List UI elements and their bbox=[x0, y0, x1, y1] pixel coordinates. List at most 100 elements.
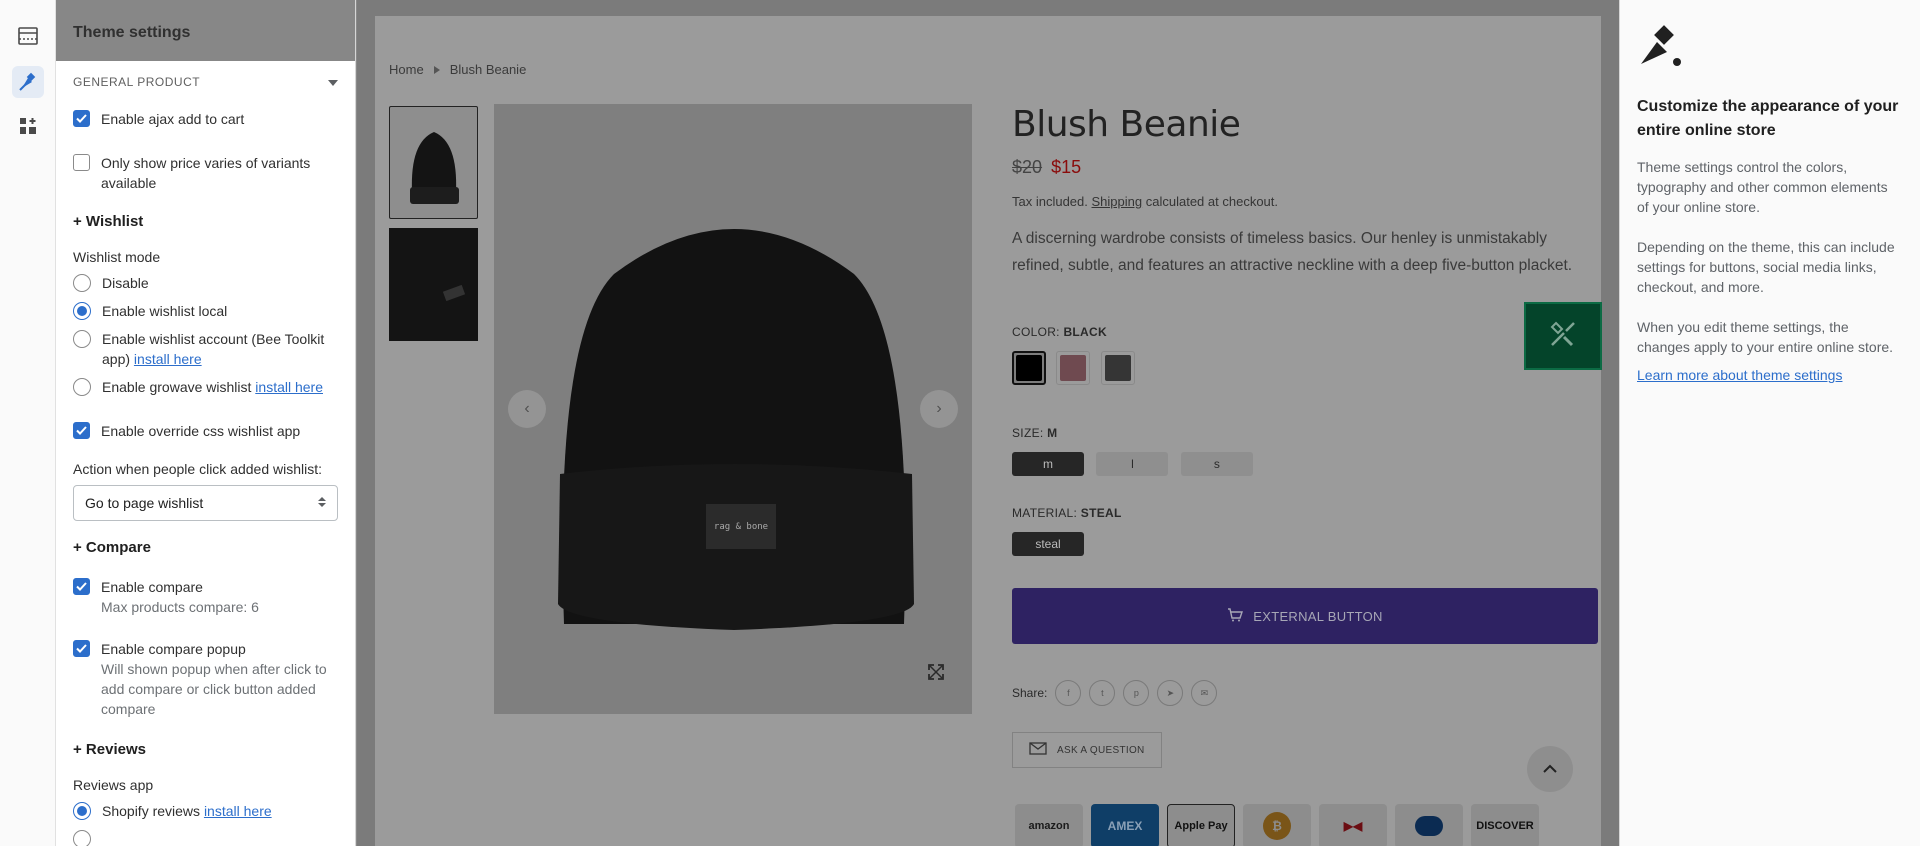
size-value: M bbox=[1047, 426, 1058, 440]
color-option-label: COLOR: BLACK bbox=[1012, 325, 1598, 339]
material-label: MATERIAL: bbox=[1012, 506, 1078, 520]
enable-compare-checkbox[interactable] bbox=[73, 578, 90, 595]
facebook-icon[interactable]: f bbox=[1055, 680, 1082, 706]
help-heading: Customize the appearance of your entire … bbox=[1637, 98, 1899, 139]
compare-popup-label: Enable compare popup bbox=[101, 641, 246, 657]
reviews-option-shopify[interactable]: Shopify reviews install here bbox=[73, 801, 338, 821]
wishlist-option-local[interactable]: Enable wishlist local bbox=[73, 301, 338, 321]
product-description: A discerning wardrobe consists of timele… bbox=[1012, 230, 1573, 274]
learn-more-link[interactable]: Learn more about theme settings bbox=[1637, 367, 1903, 383]
size-option-m[interactable]: m bbox=[1012, 452, 1084, 476]
zoom-button[interactable] bbox=[918, 656, 954, 692]
dankort-icon: ▶◀ bbox=[1319, 804, 1387, 846]
sections-icon[interactable] bbox=[12, 20, 44, 52]
install-link[interactable]: install here bbox=[134, 351, 202, 367]
size-option-s[interactable]: s bbox=[1180, 452, 1253, 476]
tools-icon bbox=[1548, 319, 1578, 354]
price-varies-option[interactable]: Only show price varies of variants avail… bbox=[73, 153, 338, 193]
reviews-app-label: Reviews app bbox=[73, 777, 154, 793]
wishlist-option-label: Enable wishlist local bbox=[102, 303, 228, 319]
reviews-radio-shopify[interactable] bbox=[73, 802, 91, 820]
breadcrumb-home[interactable]: Home bbox=[389, 62, 424, 77]
compare-popup-help: Will shown popup when after click to add… bbox=[101, 661, 327, 717]
reviews-heading: + Reviews bbox=[73, 741, 146, 758]
material-option-steal[interactable]: steal bbox=[1012, 532, 1084, 556]
color-swatch-black[interactable] bbox=[1012, 351, 1046, 385]
wishlist-radio-account[interactable] bbox=[73, 330, 91, 348]
wishlist-heading: + Wishlist bbox=[73, 213, 144, 230]
product-thumbnail-2[interactable] bbox=[389, 228, 478, 341]
next-image-button[interactable]: › bbox=[920, 390, 958, 428]
ajax-checkbox[interactable] bbox=[73, 110, 90, 127]
compare-popup-option[interactable]: Enable compare popup bbox=[73, 639, 338, 659]
color-swatch-grey[interactable] bbox=[1100, 351, 1135, 385]
price-varies-checkbox[interactable] bbox=[73, 154, 90, 171]
ask-question-button[interactable]: ASK A QUESTION bbox=[1012, 732, 1162, 768]
wishlist-radio-disable[interactable] bbox=[73, 274, 91, 292]
product-thumbnail-1[interactable] bbox=[389, 106, 478, 219]
max-compare-help: Max products compare: 6 bbox=[101, 599, 259, 615]
material-options: steal bbox=[1012, 532, 1598, 556]
reviews-radio-next[interactable] bbox=[73, 830, 91, 846]
compare-popup-checkbox[interactable] bbox=[73, 640, 90, 657]
section-header-general-product[interactable]: GENERAL PRODUCT bbox=[73, 61, 338, 103]
twitter-icon[interactable]: t bbox=[1089, 680, 1116, 706]
action-select[interactable]: Go to page wishlist bbox=[73, 485, 338, 521]
diners-icon bbox=[1395, 804, 1463, 846]
wishlist-option-disable[interactable]: Disable bbox=[73, 273, 338, 293]
override-css-label: Enable override css wishlist app bbox=[101, 423, 301, 439]
telegram-icon[interactable]: ➤ bbox=[1157, 680, 1184, 706]
external-button[interactable]: EXTERNAL BUTTON bbox=[1012, 588, 1598, 644]
help-paragraph-3: When you edit theme settings, the change… bbox=[1637, 319, 1894, 355]
size-options: m l s bbox=[1012, 452, 1598, 476]
install-link[interactable]: install here bbox=[255, 379, 323, 395]
install-link[interactable]: install here bbox=[204, 803, 272, 819]
color-label: COLOR: bbox=[1012, 325, 1060, 339]
wishlist-radio-local[interactable] bbox=[73, 302, 91, 320]
enable-compare-option[interactable]: Enable compare bbox=[73, 577, 338, 597]
share-label: Share: bbox=[1012, 686, 1048, 700]
ask-question-label: ASK A QUESTION bbox=[1057, 744, 1145, 756]
wishlist-radio-growave[interactable] bbox=[73, 378, 91, 396]
color-swatches bbox=[1012, 351, 1598, 386]
help-paragraph-1: Theme settings control the colors, typog… bbox=[1637, 159, 1888, 215]
shipping-link[interactable]: Shipping bbox=[1092, 194, 1143, 209]
email-icon[interactable]: ✉ bbox=[1191, 680, 1218, 706]
toolkit-button[interactable] bbox=[1524, 302, 1602, 370]
expand-icon bbox=[928, 663, 944, 685]
product-main-image[interactable]: rag & bone ‹ › bbox=[494, 104, 972, 714]
tax-note: Tax included. Shipping calculated at che… bbox=[1012, 194, 1598, 209]
pinterest-icon[interactable]: p bbox=[1123, 680, 1150, 706]
compare-at-price: $20 bbox=[1012, 157, 1043, 177]
size-option-l[interactable]: l bbox=[1096, 452, 1169, 476]
override-css-option[interactable]: Enable override css wishlist app bbox=[73, 421, 338, 441]
price-varies-label: Only show price varies of variants avail… bbox=[101, 155, 311, 191]
wishlist-option-growave[interactable]: Enable growave wishlist install here bbox=[73, 377, 338, 397]
back-to-top-button[interactable] bbox=[1527, 746, 1573, 792]
wishlist-option-account[interactable]: Enable wishlist account (Bee Toolkit app… bbox=[73, 329, 338, 369]
reviews-option-next[interactable] bbox=[73, 829, 338, 846]
bitcoin-icon: ₿ bbox=[1243, 804, 1311, 846]
product-page: Home Blush Beanie rag & bone ‹ › Blush B… bbox=[375, 16, 1601, 846]
swatch-fill bbox=[1104, 355, 1131, 381]
payment-icons: amazon AMEX Apple Pay ₿ ▶◀ DISCOVER bbox=[1015, 804, 1539, 846]
override-css-checkbox[interactable] bbox=[73, 422, 90, 439]
color-swatch-pink[interactable] bbox=[1056, 351, 1091, 385]
reviews-option-label: Shopify reviews bbox=[102, 803, 201, 819]
app-blocks-icon[interactable] bbox=[12, 110, 44, 142]
theme-settings-icon[interactable] bbox=[12, 66, 44, 98]
cart-icon bbox=[1227, 607, 1244, 625]
envelope-icon bbox=[1029, 742, 1047, 758]
ajax-add-to-cart-option[interactable]: Enable ajax add to cart bbox=[73, 109, 338, 129]
chevron-right-icon bbox=[433, 62, 440, 77]
product-price: $20 $15 bbox=[1012, 157, 1598, 178]
share-row: Share: f t p ➤ ✉ bbox=[1012, 680, 1598, 706]
caret-down-icon bbox=[328, 75, 338, 89]
wishlist-option-label: Disable bbox=[102, 275, 149, 291]
enable-compare-label: Enable compare bbox=[101, 579, 203, 595]
panel-title: Theme settings bbox=[56, 0, 355, 61]
beanie-tag-text: rag & bone bbox=[714, 522, 768, 532]
prev-image-button[interactable]: ‹ bbox=[508, 390, 546, 428]
product-title: Blush Beanie bbox=[1012, 104, 1241, 145]
store-preview: Home Blush Beanie rag & bone ‹ › Blush B… bbox=[357, 0, 1619, 846]
